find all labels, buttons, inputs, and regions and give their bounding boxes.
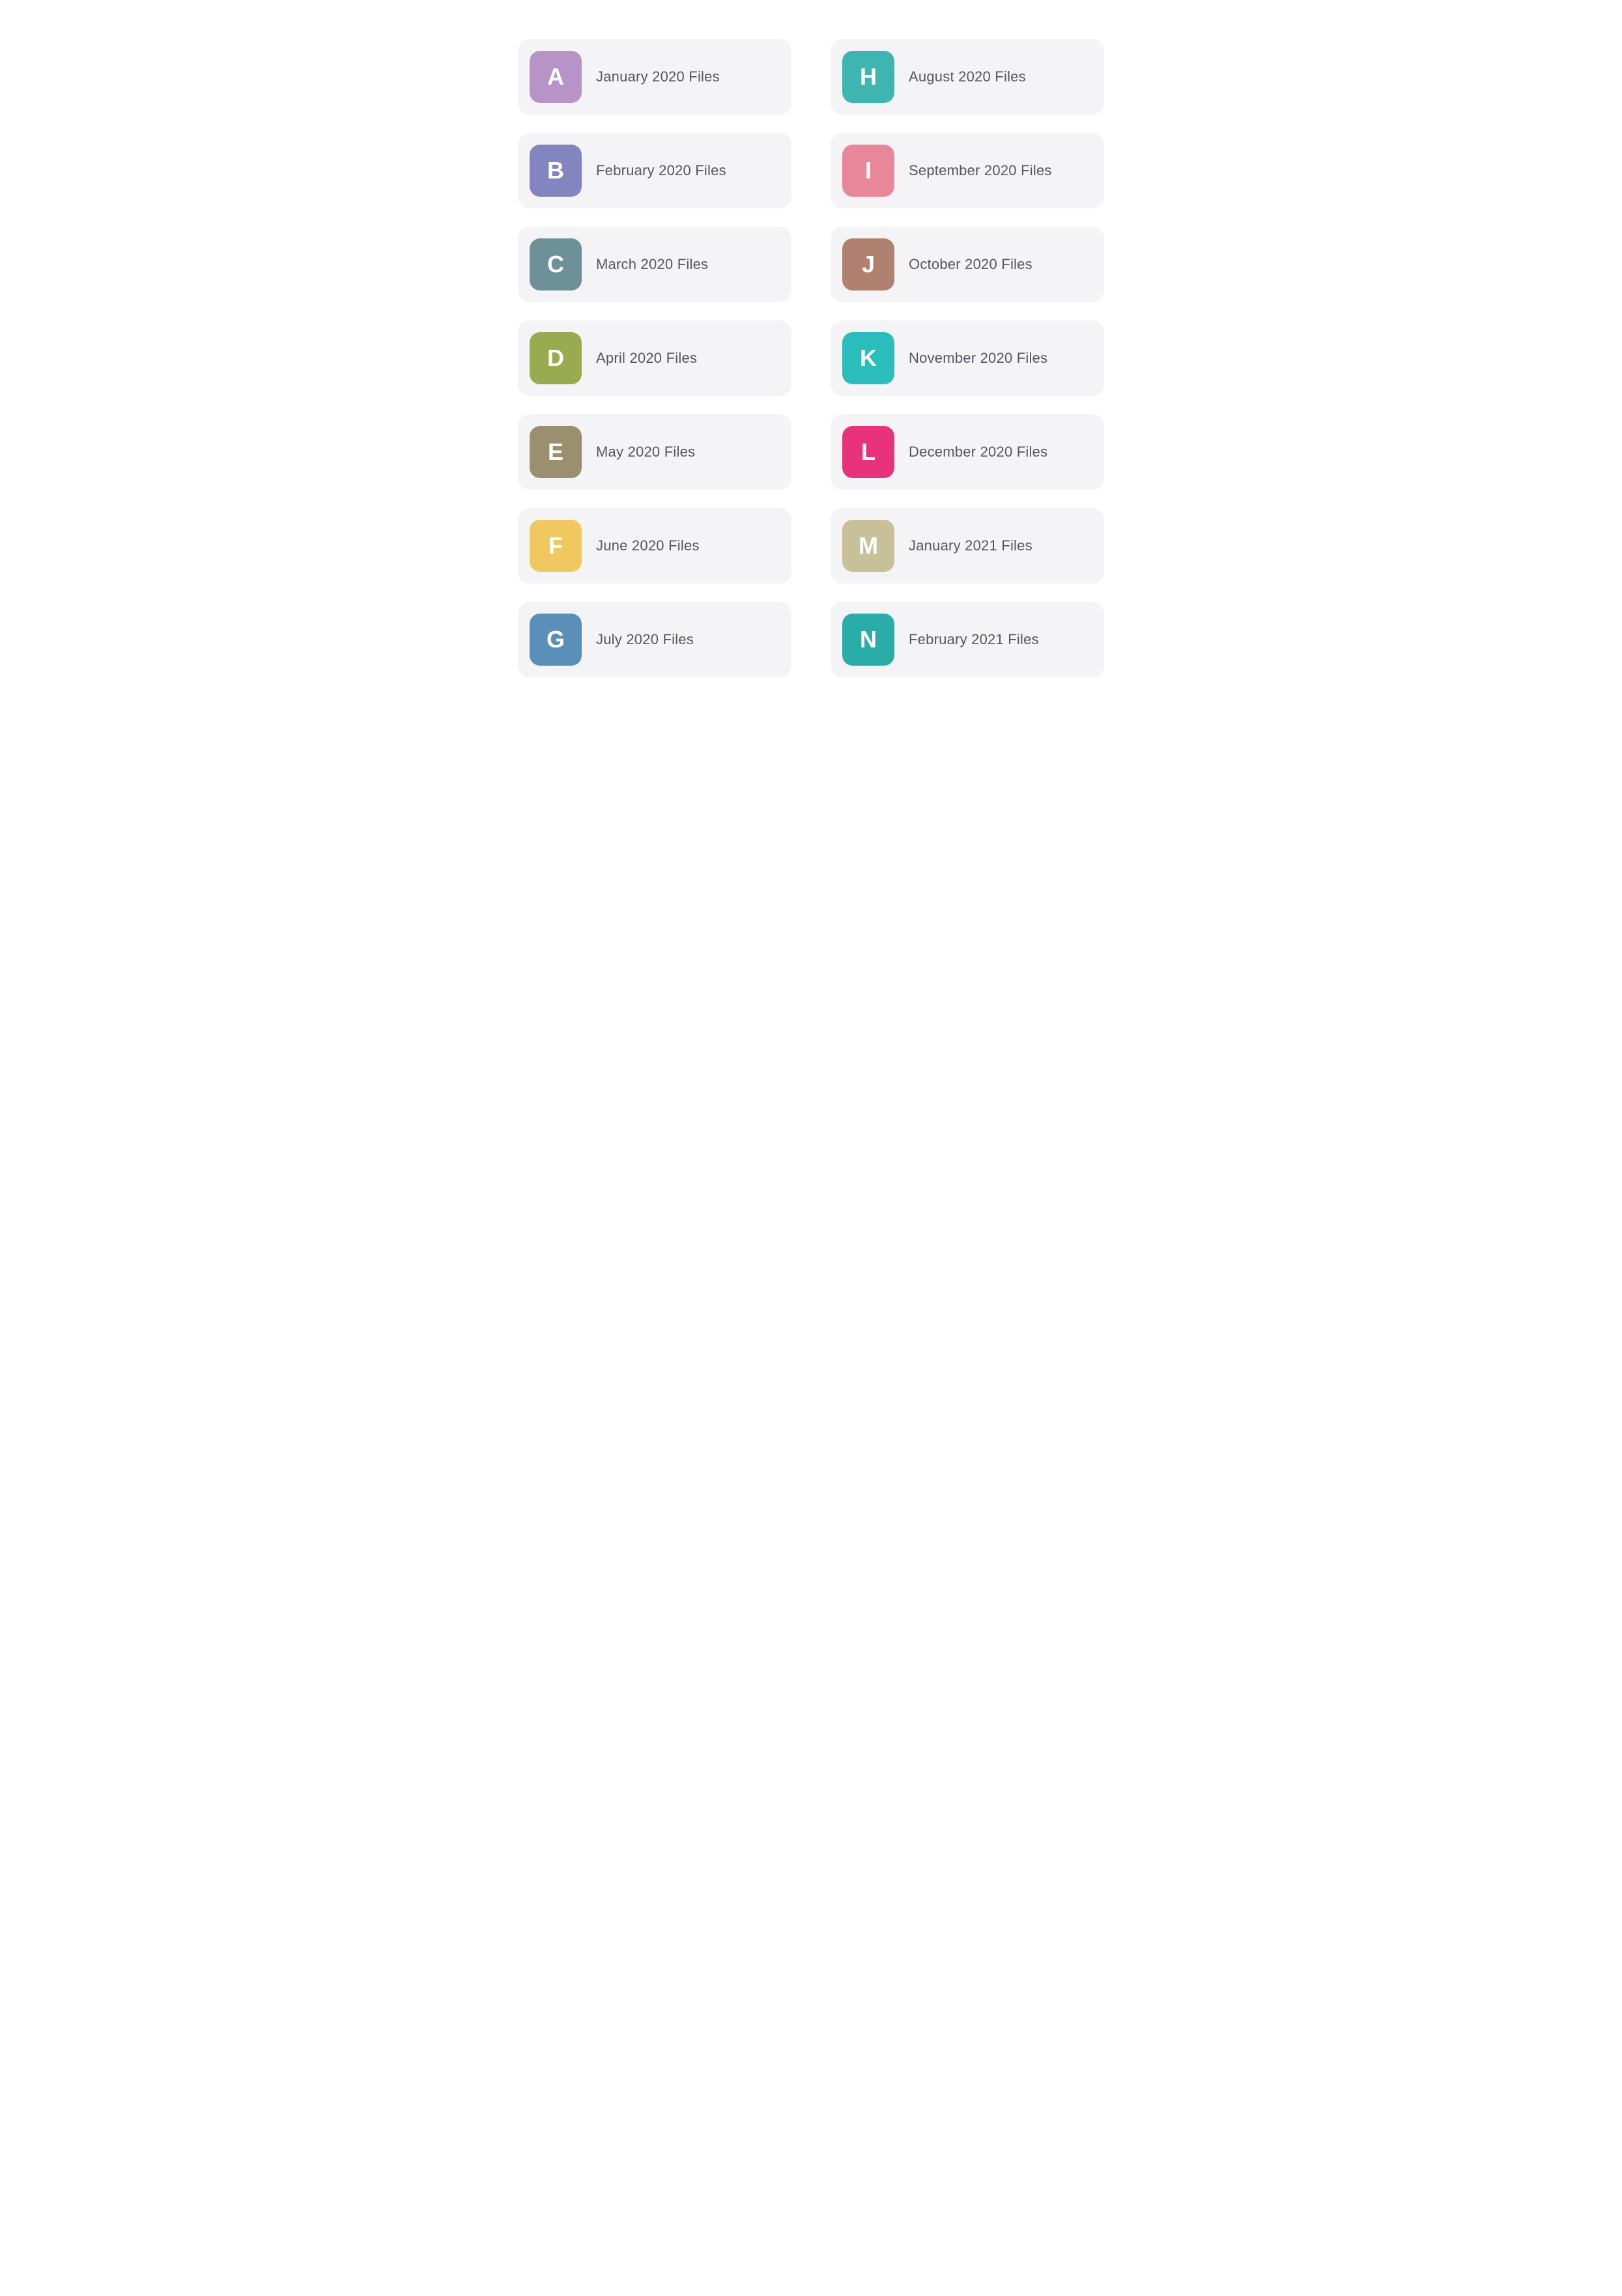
folder-item-a[interactable]: A January 2020 Files — [518, 39, 791, 115]
folder-item-i[interactable]: I September 2020 Files — [831, 133, 1104, 208]
folder-item-h[interactable]: H August 2020 Files — [831, 39, 1104, 115]
folder-icon-a: A — [530, 51, 582, 103]
folder-item-d[interactable]: D April 2020 Files — [518, 320, 791, 396]
folder-icon-n: N — [842, 614, 894, 666]
folder-item-n[interactable]: N February 2021 Files — [831, 602, 1104, 677]
folder-icon-h: H — [842, 51, 894, 103]
folder-label-f: June 2020 Files — [596, 537, 700, 554]
folder-item-c[interactable]: C March 2020 Files — [518, 227, 791, 302]
folder-label-i: September 2020 Files — [909, 162, 1052, 179]
folder-icon-i: I — [842, 145, 894, 197]
folder-item-j[interactable]: J October 2020 Files — [831, 227, 1104, 302]
folder-icon-g: G — [530, 614, 582, 666]
folder-label-k: November 2020 Files — [909, 350, 1047, 367]
folder-label-n: February 2021 Files — [909, 631, 1039, 648]
folder-item-f[interactable]: F June 2020 Files — [518, 508, 791, 584]
folder-label-j: October 2020 Files — [909, 256, 1032, 273]
folder-icon-l: L — [842, 426, 894, 478]
folder-label-b: February 2020 Files — [596, 162, 726, 179]
folder-label-l: December 2020 Files — [909, 444, 1047, 461]
folder-item-e[interactable]: E May 2020 Files — [518, 414, 791, 490]
folder-label-c: March 2020 Files — [596, 256, 708, 273]
folder-item-g[interactable]: G July 2020 Files — [518, 602, 791, 677]
folder-icon-e: E — [530, 426, 582, 478]
folder-item-k[interactable]: K November 2020 Files — [831, 320, 1104, 396]
folder-icon-j: J — [842, 238, 894, 291]
folder-label-g: July 2020 Files — [596, 631, 694, 648]
folder-icon-b: B — [530, 145, 582, 197]
folder-icon-d: D — [530, 332, 582, 384]
folder-label-e: May 2020 Files — [596, 444, 695, 461]
folder-icon-f: F — [530, 520, 582, 572]
folder-label-m: January 2021 Files — [909, 537, 1032, 554]
folder-item-b[interactable]: B February 2020 Files — [518, 133, 791, 208]
folder-label-a: January 2020 Files — [596, 68, 720, 85]
folder-label-d: April 2020 Files — [596, 350, 697, 367]
folder-icon-c: C — [530, 238, 582, 291]
folder-item-m[interactable]: M January 2021 Files — [831, 508, 1104, 584]
folder-icon-k: K — [842, 332, 894, 384]
folder-item-l[interactable]: L December 2020 Files — [831, 414, 1104, 490]
folder-grid: A January 2020 Files H August 2020 Files B Fe… — [518, 39, 1104, 677]
folder-label-h: August 2020 Files — [909, 68, 1026, 85]
folder-icon-m: M — [842, 520, 894, 572]
